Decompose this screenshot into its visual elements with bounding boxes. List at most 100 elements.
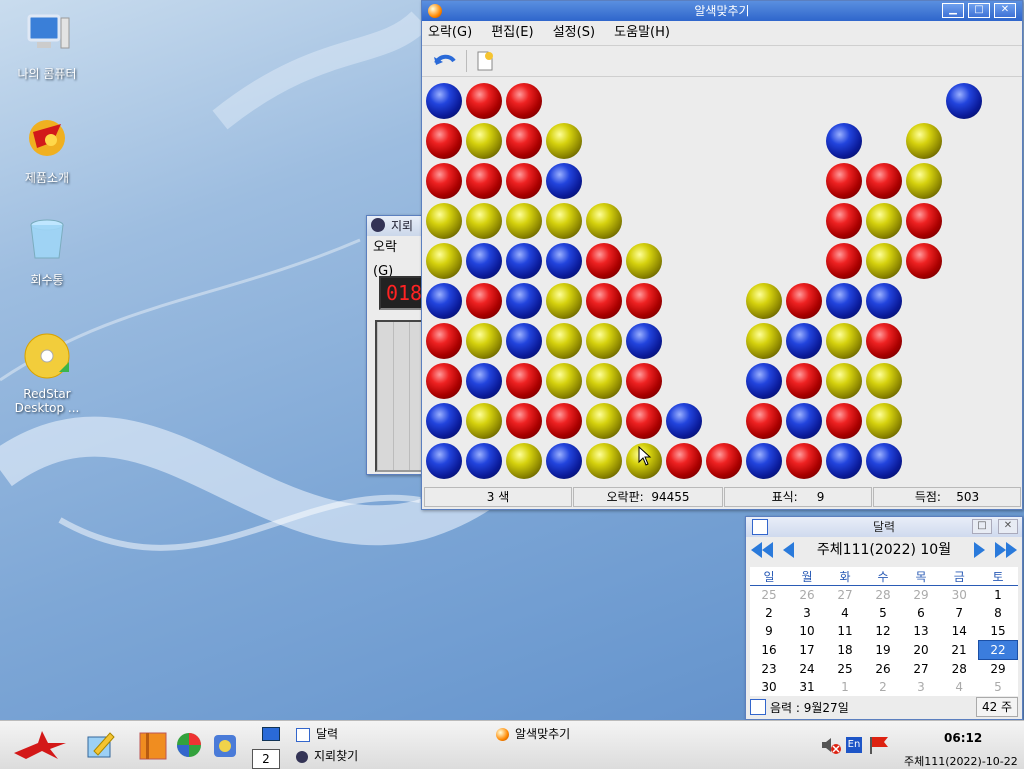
ball[interactable]: [506, 323, 542, 359]
ball[interactable]: [866, 403, 902, 439]
ball[interactable]: [426, 283, 462, 319]
minimize-button[interactable]: ▁: [942, 3, 964, 18]
ball[interactable]: [786, 403, 822, 439]
ball[interactable]: [546, 123, 582, 159]
ball[interactable]: [826, 443, 862, 479]
ball[interactable]: [826, 243, 862, 279]
ball[interactable]: [746, 363, 782, 399]
ball[interactable]: [506, 283, 542, 319]
media-player-icon[interactable]: [210, 729, 240, 761]
menu-settings[interactable]: 설정(S): [553, 25, 595, 40]
desktop-icon-product-intro[interactable]: 제품소개: [2, 114, 92, 186]
calendar-day[interactable]: 27: [826, 586, 864, 605]
ball[interactable]: [866, 443, 902, 479]
volume-muted-icon[interactable]: [820, 735, 842, 755]
next-year-icon[interactable]: [994, 541, 1018, 559]
calendar-day[interactable]: 5: [864, 604, 902, 622]
task-color-lines[interactable]: 알색맞추기: [496, 725, 656, 743]
language-indicator[interactable]: En: [846, 737, 862, 753]
ball[interactable]: [746, 403, 782, 439]
ball[interactable]: [826, 363, 862, 399]
notepad-icon[interactable]: [84, 729, 116, 761]
calendar-day[interactable]: 9: [750, 622, 788, 641]
ball[interactable]: [466, 83, 502, 119]
ball[interactable]: [426, 323, 462, 359]
ball[interactable]: [906, 203, 942, 239]
ball[interactable]: [506, 243, 542, 279]
calendar-day[interactable]: 31: [788, 678, 826, 696]
ball[interactable]: [546, 403, 582, 439]
calendar-day[interactable]: 24: [788, 660, 826, 679]
ball[interactable]: [826, 323, 862, 359]
desktop-icon-trash[interactable]: 회수통: [2, 216, 92, 288]
calendar-day[interactable]: 3: [788, 604, 826, 622]
ball[interactable]: [906, 243, 942, 279]
calendar-day[interactable]: 27: [902, 660, 940, 679]
ball[interactable]: [586, 443, 622, 479]
next-month-icon[interactable]: [970, 541, 988, 559]
ball[interactable]: [586, 403, 622, 439]
calendar-day[interactable]: 25: [826, 660, 864, 679]
ball[interactable]: [426, 403, 462, 439]
menu-edit[interactable]: 편집(E): [491, 25, 533, 40]
calendar-window[interactable]: 달력 □ ✕ 주체111(2022) 10월 일 월 화 수 목 금 토 25 26 27 28 29…: [745, 516, 1023, 720]
calendar-day[interactable]: 20: [902, 641, 940, 660]
calendar-day[interactable]: 4: [826, 604, 864, 622]
ball[interactable]: [786, 283, 822, 319]
calendar-day[interactable]: 17: [788, 641, 826, 660]
calendar-day[interactable]: 12: [864, 622, 902, 641]
calendar-day[interactable]: 1: [979, 586, 1018, 605]
ball[interactable]: [626, 403, 662, 439]
ball[interactable]: [506, 403, 542, 439]
ball[interactable]: [586, 323, 622, 359]
ball[interactable]: [546, 163, 582, 199]
calendar-day[interactable]: 26: [788, 586, 826, 605]
ball[interactable]: [746, 283, 782, 319]
ball[interactable]: [586, 363, 622, 399]
calendar-day[interactable]: 13: [902, 622, 940, 641]
ball[interactable]: [706, 443, 742, 479]
ball[interactable]: [906, 123, 942, 159]
color-lines-window[interactable]: 알색맞추기 ▁ □ ✕ 오락(G) 편집(E) 설정(S) 도움말(H) 3 색…: [421, 0, 1023, 510]
calendar-day[interactable]: 2: [750, 604, 788, 622]
ball[interactable]: [546, 323, 582, 359]
ball[interactable]: [626, 323, 662, 359]
calendar-titlebar[interactable]: 달력 □ ✕: [746, 517, 1022, 537]
calendar-day[interactable]: 29: [979, 660, 1018, 679]
flag-icon[interactable]: [868, 735, 890, 755]
ball[interactable]: [466, 363, 502, 399]
ball[interactable]: [906, 163, 942, 199]
maximize-button[interactable]: □: [968, 3, 990, 18]
calendar-day[interactable]: 15: [979, 622, 1018, 641]
ball[interactable]: [826, 123, 862, 159]
calendar-day[interactable]: 29: [902, 586, 940, 605]
ball[interactable]: [426, 203, 462, 239]
ball[interactable]: [426, 443, 462, 479]
minesweeper-window[interactable]: 지뢰 오락(G) 018: [366, 215, 431, 475]
folder-icon[interactable]: [138, 729, 168, 761]
ball[interactable]: [586, 203, 622, 239]
ball[interactable]: [426, 163, 462, 199]
task-minesweeper[interactable]: 지뢰찾기: [296, 747, 456, 765]
calendar-day[interactable]: 18: [826, 641, 864, 660]
ball[interactable]: [506, 163, 542, 199]
start-star-icon[interactable]: [12, 729, 68, 761]
calendar-day[interactable]: 22: [978, 640, 1018, 660]
today-icon[interactable]: [750, 699, 766, 715]
ball[interactable]: [786, 443, 822, 479]
ball[interactable]: [866, 323, 902, 359]
ball[interactable]: [466, 323, 502, 359]
ball[interactable]: [466, 243, 502, 279]
game-titlebar[interactable]: 알색맞추기 ▁ □ ✕: [422, 1, 1022, 21]
calendar-day[interactable]: 26: [864, 660, 902, 679]
calendar-day[interactable]: 14: [940, 622, 979, 641]
ball[interactable]: [506, 443, 542, 479]
calendar-day[interactable]: 19: [864, 641, 902, 660]
calendar-day[interactable]: 28: [864, 586, 902, 605]
calendar-day[interactable]: 4: [940, 678, 979, 696]
calendar-day[interactable]: 10: [788, 622, 826, 641]
calendar-day[interactable]: 30: [940, 586, 979, 605]
prev-year-icon[interactable]: [750, 541, 774, 559]
ball[interactable]: [666, 443, 702, 479]
calendar-day[interactable]: 5: [979, 678, 1018, 696]
